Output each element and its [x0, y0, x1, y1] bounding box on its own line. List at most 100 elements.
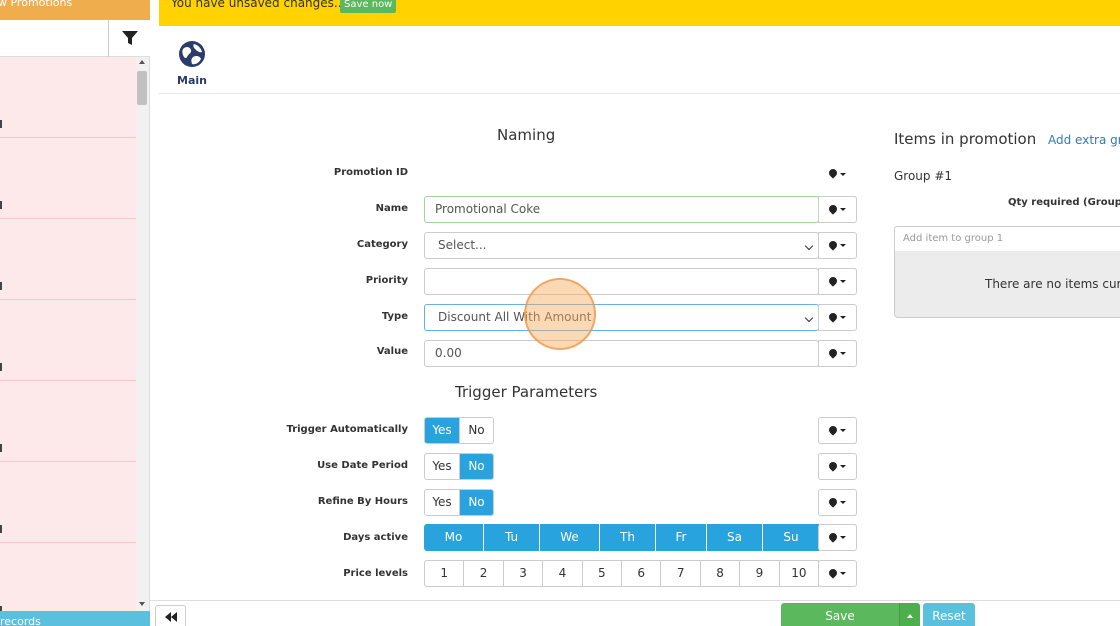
- scroll-up-icon[interactable]: [139, 60, 145, 64]
- day-sa[interactable]: Sa: [706, 524, 762, 551]
- caret-up-icon: [907, 614, 913, 618]
- promotions-list: [0, 57, 136, 624]
- unsaved-message: You have unsaved changes...: [171, 0, 346, 10]
- unsaved-changes-banner: You have unsaved changes... Save now: [159, 0, 1120, 26]
- price-level-6[interactable]: 6: [621, 561, 661, 586]
- caret-down-icon: [840, 280, 846, 283]
- trigger-automatically-pin-button[interactable]: [818, 417, 857, 444]
- days-active-label: Days active: [343, 532, 408, 543]
- list-item[interactable]: [0, 57, 136, 138]
- value-label: Value: [376, 346, 408, 357]
- day-tu[interactable]: Tu: [483, 524, 539, 551]
- save-options-dropdown[interactable]: [899, 603, 920, 626]
- use-date-period-no[interactable]: No: [459, 454, 493, 479]
- map-marker-icon: [829, 498, 837, 508]
- scroll-down-icon[interactable]: [139, 602, 145, 606]
- globe-icon: [179, 41, 205, 67]
- refine-by-hours-toggle[interactable]: Yes No: [424, 489, 494, 516]
- row-marker: [0, 201, 2, 209]
- list-item[interactable]: [0, 381, 136, 462]
- list-scrollbar[interactable]: [136, 57, 149, 611]
- name-pin-button[interactable]: [818, 196, 857, 223]
- promotion-id-pin-button[interactable]: [818, 164, 857, 184]
- price-level-5[interactable]: 5: [581, 561, 622, 586]
- use-date-period-pin-button[interactable]: [818, 453, 857, 480]
- refine-by-hours-yes[interactable]: Yes: [425, 490, 459, 515]
- save-now-button[interactable]: Save now: [340, 0, 397, 13]
- priority-label: Priority: [365, 275, 408, 286]
- refine-by-hours-pin-button[interactable]: [818, 489, 857, 516]
- days-active-selector[interactable]: Mo Tu We Th Fr Sa Su: [424, 524, 819, 551]
- map-marker-icon: [829, 169, 837, 179]
- price-levels-selector[interactable]: 1 2 3 4 5 6 7 8 9 10: [424, 560, 819, 587]
- filter-icon: [121, 31, 138, 45]
- map-marker-icon: [829, 569, 837, 579]
- caret-down-icon: [840, 244, 846, 247]
- add-item-input[interactable]: Add item to group 1: [894, 226, 1120, 252]
- list-item[interactable]: [0, 138, 136, 219]
- day-th[interactable]: Th: [599, 524, 655, 551]
- filter-button[interactable]: [108, 20, 150, 57]
- price-level-7[interactable]: 7: [660, 561, 700, 586]
- caret-down-icon: [840, 465, 846, 468]
- reset-button[interactable]: Reset: [923, 603, 975, 626]
- save-promotions-label[interactable]: Save promotions: [781, 603, 899, 626]
- promotions-list-panel: w Promotions records: [0, 0, 150, 626]
- trigger-automatically-yes[interactable]: Yes: [425, 418, 459, 443]
- price-level-1[interactable]: 1: [425, 561, 464, 586]
- list-search-bar[interactable]: [0, 20, 150, 57]
- caret-down-icon: [840, 208, 846, 211]
- name-input[interactable]: Promotional Coke: [424, 196, 819, 223]
- day-su[interactable]: Su: [762, 524, 819, 551]
- caret-down-icon: [840, 429, 846, 432]
- price-level-2[interactable]: 2: [463, 561, 503, 586]
- priority-input[interactable]: [424, 268, 819, 295]
- list-item[interactable]: [0, 462, 136, 543]
- price-level-4[interactable]: 4: [542, 561, 582, 586]
- trigger-automatically-no[interactable]: No: [459, 418, 493, 443]
- use-date-period-yes[interactable]: Yes: [425, 454, 459, 479]
- type-pin-button[interactable]: [818, 304, 857, 331]
- price-levels-label: Price levels: [343, 568, 408, 579]
- row-marker: [0, 525, 2, 533]
- save-promotions-button[interactable]: Save promotions: [781, 603, 920, 626]
- map-marker-icon: [829, 313, 837, 323]
- day-mo[interactable]: Mo: [424, 524, 483, 551]
- day-fr[interactable]: Fr: [655, 524, 706, 551]
- caret-down-icon: [840, 316, 846, 319]
- chevron-down-icon: [804, 241, 814, 251]
- app-root: w Promotions records You have unsaved ch…: [0, 0, 1120, 626]
- value-input[interactable]: 0.00: [424, 340, 819, 367]
- priority-pin-button[interactable]: [818, 268, 857, 295]
- caret-down-icon: [840, 172, 846, 176]
- category-label: Category: [356, 239, 408, 250]
- use-date-period-toggle[interactable]: Yes No: [424, 453, 494, 480]
- type-select[interactable]: Discount All With Amount: [424, 304, 819, 331]
- row-marker: [0, 282, 2, 290]
- price-level-3[interactable]: 3: [502, 561, 543, 586]
- days-active-pin-button[interactable]: [818, 524, 857, 551]
- category-pin-button[interactable]: [818, 232, 857, 259]
- refine-by-hours-no[interactable]: No: [459, 490, 493, 515]
- price-level-9[interactable]: 9: [739, 561, 779, 586]
- tab-main[interactable]: Main: [175, 40, 209, 87]
- list-footer: records: [0, 611, 150, 626]
- list-header: w Promotions: [0, 0, 150, 20]
- value-pin-button[interactable]: [818, 340, 857, 367]
- group-label: Group #1: [894, 169, 953, 183]
- day-we[interactable]: We: [539, 524, 599, 551]
- price-level-8[interactable]: 8: [699, 561, 740, 586]
- collapse-panel-button[interactable]: [155, 605, 186, 626]
- trigger-section-title: Trigger Parameters: [455, 383, 598, 401]
- price-levels-pin-button[interactable]: [818, 560, 857, 587]
- refine-by-hours-label: Refine By Hours: [317, 496, 408, 507]
- trigger-automatically-toggle[interactable]: Yes No: [424, 417, 494, 444]
- row-marker: [0, 444, 2, 452]
- price-level-10[interactable]: 10: [778, 561, 818, 586]
- list-item[interactable]: [0, 300, 136, 381]
- list-item[interactable]: [0, 219, 136, 300]
- records-count-label: records: [0, 615, 41, 626]
- add-extra-group-link[interactable]: Add extra gr: [1048, 133, 1120, 147]
- category-select[interactable]: Select...: [424, 232, 819, 259]
- scrollbar-thumb[interactable]: [137, 71, 147, 105]
